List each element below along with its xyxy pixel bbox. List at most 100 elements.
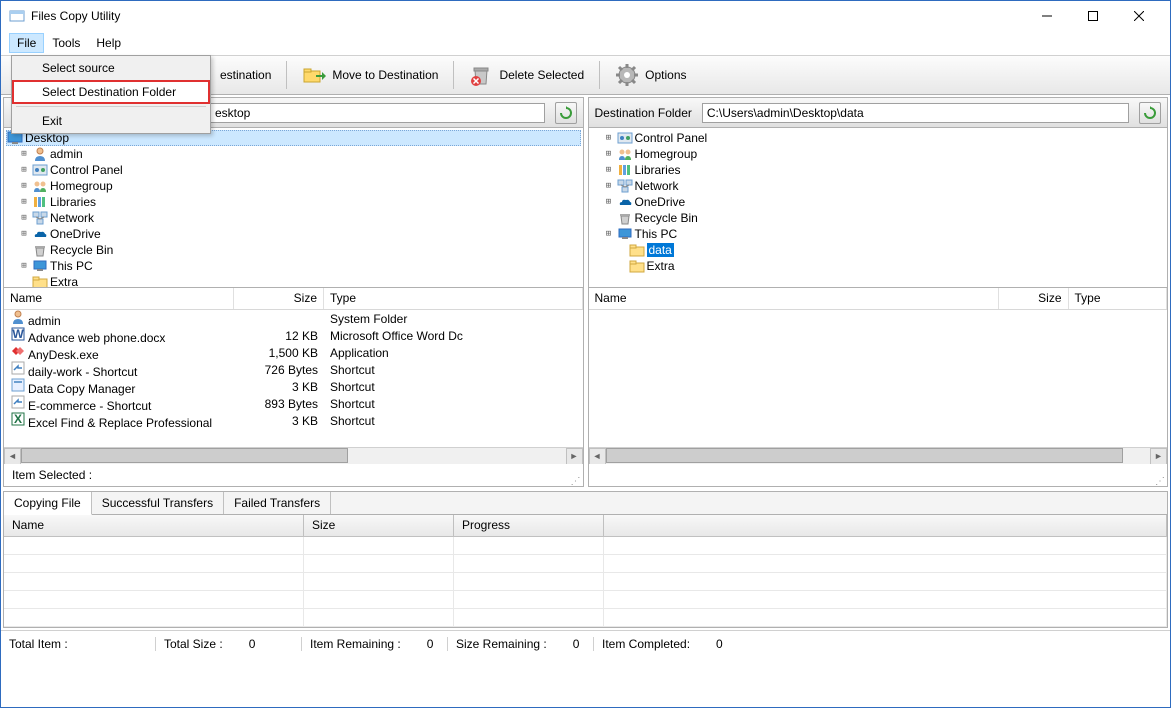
tree-item-extra[interactable]: Extra (6, 274, 581, 288)
tree-item-this-pc[interactable]: ⊞This PC (6, 258, 581, 274)
refresh-source-button[interactable] (555, 102, 577, 124)
file-list-header[interactable]: Name Size Type (4, 288, 583, 310)
source-tree[interactable]: Desktop ⊞admin⊞Control Panel⊞Homegroup⊞L… (4, 128, 583, 288)
status-bar: Total Item : Total Size :0 Item Remainin… (1, 630, 1170, 656)
gcol-size[interactable]: Size (304, 515, 454, 536)
gcol-name[interactable]: Name (4, 515, 304, 536)
file-row[interactable]: AnyDesk.exe1,500 KBApplication (4, 344, 583, 361)
folder-move-icon (302, 63, 326, 87)
file-menu-dropdown: Select source Select Destination Folder … (11, 55, 211, 134)
tree-item-onedrive[interactable]: ⊞OneDrive (591, 194, 1166, 210)
resize-grip[interactable] (571, 474, 581, 484)
source-pane: Desktop ⊞admin⊞Control Panel⊞Homegroup⊞L… (3, 97, 584, 487)
folder-icon (629, 258, 645, 274)
expander-icon[interactable]: ⊞ (603, 197, 615, 207)
tree-item-onedrive[interactable]: ⊞OneDrive (6, 226, 581, 242)
tree-item-libraries[interactable]: ⊞Libraries (591, 162, 1166, 178)
tab-strip: Copying File Successful Transfers Failed… (4, 492, 1167, 515)
destination-tree[interactable]: ⊞Control Panel⊞Homegroup⊞Libraries⊞Netwo… (589, 128, 1168, 288)
tree-item-extra[interactable]: Extra (591, 258, 1166, 274)
expander-icon[interactable]: ⊞ (18, 197, 30, 207)
h-scrollbar[interactable]: ◄► (4, 447, 583, 464)
expander-icon[interactable]: ⊞ (603, 165, 615, 175)
expander-icon[interactable]: ⊞ (18, 181, 30, 191)
homegroup-icon (32, 178, 48, 194)
h-scrollbar[interactable]: ◄► (589, 447, 1168, 464)
delete-selected-button[interactable]: Delete Selected (458, 58, 595, 92)
file-row[interactable]: WAdvance web phone.docx12 KBMicrosoft Of… (4, 327, 583, 344)
col-type[interactable]: Type (1069, 288, 1168, 309)
tree-item-control-panel[interactable]: ⊞Control Panel (6, 162, 581, 178)
expander-icon[interactable]: ⊞ (603, 149, 615, 159)
tree-item-recycle-bin[interactable]: Recycle Bin (6, 242, 581, 258)
expander-icon[interactable]: ⊞ (603, 181, 615, 191)
file-list-header[interactable]: Name Size Type (589, 288, 1168, 310)
gear-icon (615, 63, 639, 87)
app-icon (9, 8, 25, 24)
thispc-icon (617, 226, 633, 242)
maximize-button[interactable] (1070, 1, 1116, 31)
destination-path-input[interactable] (702, 103, 1129, 123)
tab-successful[interactable]: Successful Transfers (92, 492, 224, 514)
col-type[interactable]: Type (324, 288, 583, 309)
menu-exit[interactable]: Exit (12, 109, 210, 133)
expander-icon[interactable]: ⊞ (18, 229, 30, 239)
tab-failed[interactable]: Failed Transfers (224, 492, 331, 514)
expander-icon[interactable]: ⊞ (603, 133, 615, 143)
tree-item-data[interactable]: data (591, 242, 1166, 258)
expander-icon[interactable]: ⊞ (18, 149, 30, 159)
file-row[interactable]: XExcel Find & Replace Professional3 KBSh… (4, 412, 583, 429)
gcol-progress[interactable]: Progress (454, 515, 604, 536)
menu-select-source[interactable]: Select source (12, 56, 210, 80)
file-row[interactable]: adminSystem Folder (4, 310, 583, 327)
recycle-icon (32, 242, 48, 258)
transfers-panel: Copying File Successful Transfers Failed… (3, 491, 1168, 628)
menu-tools[interactable]: Tools (44, 33, 88, 53)
menu-help[interactable]: Help (88, 33, 129, 53)
expander-icon[interactable]: ⊞ (18, 261, 30, 271)
tree-item-this-pc[interactable]: ⊞This PC (591, 226, 1166, 242)
user-icon (10, 310, 26, 325)
tree-item-homegroup[interactable]: ⊞Homegroup (591, 146, 1166, 162)
tree-item-recycle-bin[interactable]: Recycle Bin (591, 210, 1166, 226)
file-row[interactable]: Data Copy Manager3 KBShortcut (4, 378, 583, 395)
col-name[interactable]: Name (589, 288, 999, 309)
expander-icon[interactable]: ⊞ (18, 165, 30, 175)
move-to-destination-button[interactable]: Move to Destination (291, 58, 449, 92)
thispc-icon (32, 258, 48, 274)
tree-item-homegroup[interactable]: ⊞Homegroup (6, 178, 581, 194)
resize-grip[interactable] (1155, 474, 1165, 484)
refresh-destination-button[interactable] (1139, 102, 1161, 124)
tree-item-libraries[interactable]: ⊞Libraries (6, 194, 581, 210)
libraries-icon (617, 162, 633, 178)
network-icon (32, 210, 48, 226)
svg-text:W: W (12, 327, 24, 341)
close-button[interactable] (1116, 1, 1162, 31)
expander-icon[interactable]: ⊞ (603, 229, 615, 239)
minimize-button[interactable] (1024, 1, 1070, 31)
tree-item-network[interactable]: ⊞Network (591, 178, 1166, 194)
svg-text:X: X (14, 412, 22, 426)
options-button[interactable]: Options (604, 58, 697, 92)
col-size[interactable]: Size (234, 288, 324, 309)
file-row[interactable]: E-commerce - Shortcut893 BytesShortcut (4, 395, 583, 412)
network-icon (617, 178, 633, 194)
trash-delete-icon (469, 63, 493, 87)
copy-to-destination-button[interactable]: estination (209, 63, 282, 87)
source-file-list: Name Size Type adminSystem FolderWAdvanc… (4, 288, 583, 464)
user-icon (32, 146, 48, 162)
cpanel-icon (617, 130, 633, 146)
source-path-input[interactable] (210, 103, 545, 123)
tree-item-control-panel[interactable]: ⊞Control Panel (591, 130, 1166, 146)
tree-item-admin[interactable]: ⊞admin (6, 146, 581, 162)
titlebar: Files Copy Utility (1, 1, 1170, 31)
menu-select-destination[interactable]: Select Destination Folder (12, 80, 210, 104)
menu-file[interactable]: File (9, 33, 44, 53)
toolbar-label: estination (220, 68, 271, 82)
col-size[interactable]: Size (999, 288, 1069, 309)
tab-copying[interactable]: Copying File (4, 492, 92, 515)
tree-item-network[interactable]: ⊞Network (6, 210, 581, 226)
expander-icon[interactable]: ⊞ (18, 213, 30, 223)
file-row[interactable]: daily-work - Shortcut726 BytesShortcut (4, 361, 583, 378)
col-name[interactable]: Name (4, 288, 234, 309)
